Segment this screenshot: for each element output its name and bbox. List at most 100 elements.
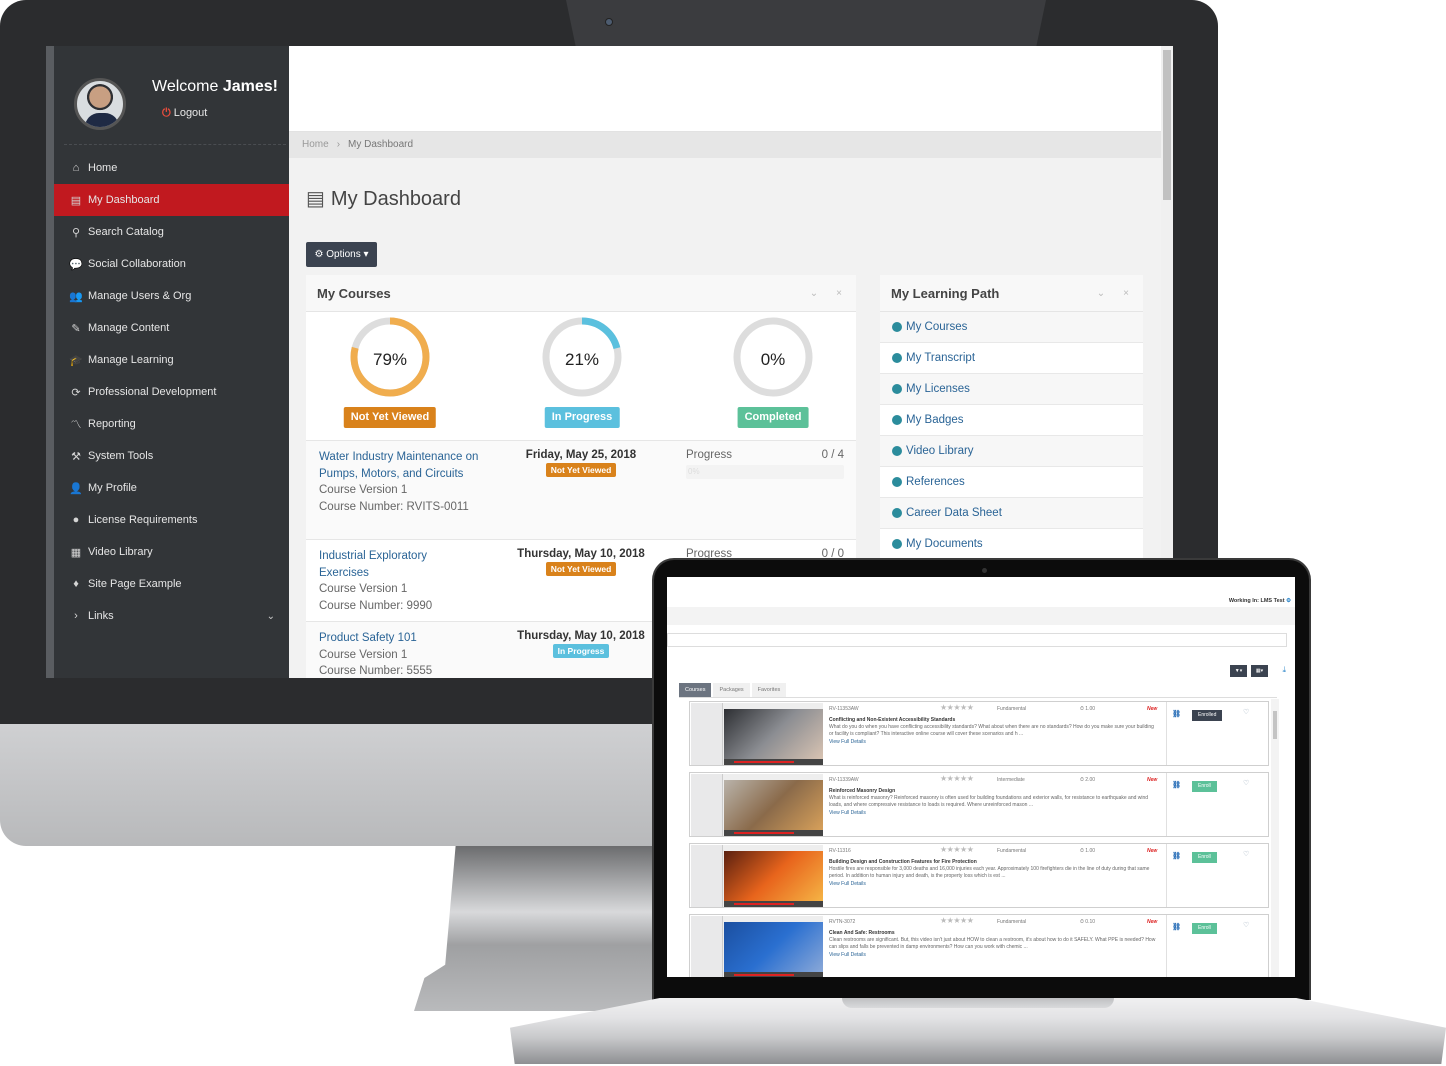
binoculars-icon[interactable]: ⛓ xyxy=(1172,710,1181,718)
enroll-button[interactable]: Enrolled xyxy=(1192,710,1223,721)
course-version: Course Version 1 xyxy=(319,583,408,595)
favorite-heart-icon[interactable]: ♡ xyxy=(1243,779,1249,787)
working-in-text: Working In: LMS Test xyxy=(1228,598,1285,604)
bullet-icon xyxy=(892,322,902,332)
status-badge[interactable]: Completed xyxy=(737,407,809,428)
sidebar-item-social-collaboration[interactable]: 💬 Social Collaboration xyxy=(54,248,289,280)
sidebar-item-links[interactable]: › Links ⌄ xyxy=(54,600,289,632)
bullet-icon xyxy=(892,415,902,425)
sidebar: Welcome James! ⏻ Logout ⌂ Home ▤ My Dashboar… xyxy=(46,46,297,678)
learning-path-item-my-badges[interactable]: My Badges xyxy=(880,405,1143,436)
star-rating[interactable]: ★★★★★ xyxy=(940,703,974,712)
course-level: Fundamental xyxy=(997,848,1027,854)
donut-percent: 79% xyxy=(372,350,408,369)
enroll-button[interactable]: Enroll xyxy=(1192,781,1217,792)
certificate-icon: ● xyxy=(72,514,80,526)
chevron-down-icon[interactable]: ⌄ xyxy=(267,611,275,622)
sidebar-item-home[interactable]: ⌂ Home xyxy=(54,152,289,184)
download-icon[interactable]: ⤓ xyxy=(1282,665,1286,675)
sidebar-item-label: Professional Development xyxy=(88,386,217,398)
course-title-link[interactable]: Water Industry Maintenance on Pumps, Mot… xyxy=(319,449,479,482)
columns-button[interactable]: ▦▾ xyxy=(1251,665,1268,677)
sidebar-item-professional-development[interactable]: ⟳ Professional Development xyxy=(54,376,289,408)
options-button[interactable]: ⚙ Options ▾ xyxy=(306,242,377,267)
logout-link[interactable]: ⏻ Logout xyxy=(162,107,207,120)
collapse-icon[interactable]: ⌄ xyxy=(810,288,818,299)
sidebar-item-my-profile[interactable]: 👤 My Profile xyxy=(54,472,289,504)
working-in-label[interactable]: Working In: LMS Test ⚙ xyxy=(1229,598,1291,604)
catalog-course-list: RV-11353AW ★★★★★ Fundamental ⏱ 1.00 New Confl… xyxy=(679,697,1277,977)
status-badge[interactable]: Not Yet Viewed xyxy=(343,407,437,428)
search-icon: ⚲ xyxy=(71,226,81,239)
star-rating[interactable]: ★★★★★ xyxy=(940,774,974,783)
view-full-details-link[interactable]: View Full Details xyxy=(829,952,866,958)
binoculars-icon[interactable]: ⛓ xyxy=(1172,781,1181,789)
status-badge[interactable]: In Progress xyxy=(544,407,620,428)
sidebar-item-manage-users-org[interactable]: 👥 Manage Users & Org xyxy=(54,280,289,312)
learning-path-item-video-library[interactable]: Video Library xyxy=(880,436,1143,467)
course-thumbnail[interactable] xyxy=(691,916,823,977)
tab-favorites[interactable]: Favorites xyxy=(751,683,787,697)
course-row: Water Industry Maintenance on Pumps, Mot… xyxy=(306,440,856,539)
course-duration: ⏱ 2.00 xyxy=(1080,777,1096,783)
course-thumbnail[interactable] xyxy=(691,774,823,836)
scrollbar-thumb[interactable] xyxy=(1163,50,1171,200)
catalog-scrollbar[interactable] xyxy=(1271,699,1279,977)
tab-courses[interactable]: Courses xyxy=(679,683,712,697)
sidebar-item-video-library[interactable]: ▦ Video Library xyxy=(54,536,289,568)
catalog-search-input[interactable] xyxy=(667,633,1287,647)
enroll-button[interactable]: Enroll xyxy=(1192,923,1217,934)
learning-path-item-my-documents[interactable]: My Documents xyxy=(880,529,1143,560)
sidebar-item-system-tools[interactable]: ⚒ System Tools xyxy=(54,440,289,472)
sidebar-item-reporting[interactable]: 〽 Reporting xyxy=(54,408,289,440)
sidebar-item-license-requirements[interactable]: ● License Requirements xyxy=(54,504,289,536)
close-icon[interactable]: × xyxy=(1123,288,1129,299)
course-title-link[interactable]: Product Safety 101 xyxy=(319,630,479,647)
favorite-heart-icon[interactable]: ♡ xyxy=(1243,850,1249,858)
close-icon[interactable]: × xyxy=(836,288,842,299)
learning-path-item-my-licenses[interactable]: My Licenses xyxy=(880,374,1143,405)
sidebar-item-manage-learning[interactable]: 🎓 Manage Learning xyxy=(54,344,289,376)
breadcrumb-home[interactable]: Home xyxy=(302,139,329,150)
favorite-heart-icon[interactable]: ♡ xyxy=(1243,708,1249,716)
favorite-heart-icon[interactable]: ♡ xyxy=(1243,921,1249,929)
course-date: Friday, May 25, 2018 Not Yet Viewed xyxy=(506,449,656,477)
sidebar-item-site-page-example[interactable]: ♦ Site Page Example xyxy=(54,568,289,600)
binoculars-icon[interactable]: ⛓ xyxy=(1172,852,1181,860)
sidebar-item-my-dashboard[interactable]: ▤ My Dashboard xyxy=(54,184,297,216)
course-level: Fundamental xyxy=(997,706,1027,712)
logout-label: Logout xyxy=(173,107,208,119)
enroll-button[interactable]: Enroll xyxy=(1192,852,1217,863)
avatar[interactable] xyxy=(74,78,126,130)
binoculars-icon[interactable]: ⛓ xyxy=(1172,923,1181,931)
catalog-course-card: RVTN-3072 ★★★★★ Fundamental ⏱ 0.10 New Clean … xyxy=(689,914,1269,977)
course-thumbnail[interactable] xyxy=(691,703,823,765)
view-full-details-link[interactable]: View Full Details xyxy=(829,881,866,887)
chevron-right-icon: › xyxy=(74,610,78,622)
page-title-text: My Dashboard xyxy=(330,188,461,210)
learning-path-item-references[interactable]: References xyxy=(880,467,1143,498)
course-thumbnail[interactable] xyxy=(691,845,823,907)
chat-bubbles-icon: 💬 xyxy=(69,258,83,271)
catalog-scrollbar-thumb[interactable] xyxy=(1273,711,1277,739)
star-rating[interactable]: ★★★★★ xyxy=(940,845,974,854)
learning-path-item-career-data-sheet[interactable]: Career Data Sheet xyxy=(880,498,1143,529)
star-rating[interactable]: ★★★★★ xyxy=(940,916,974,925)
course-status-badge: In Progress xyxy=(552,644,610,658)
chart-line-icon: 〽 xyxy=(70,419,82,431)
user-name: James! xyxy=(222,78,278,95)
course-number: Course Number: 9990 xyxy=(319,599,433,612)
learning-path-item-my-transcript[interactable]: My Transcript xyxy=(880,343,1143,374)
settings-icon: ⚙ xyxy=(1286,598,1291,604)
filter-button[interactable]: ▼▾ xyxy=(1230,665,1247,677)
course-title-link[interactable]: Industrial Exploratory Exercises xyxy=(319,548,479,581)
learning-path-label: My Transcript xyxy=(906,352,976,364)
view-full-details-link[interactable]: View Full Details xyxy=(829,739,866,745)
tab-packages[interactable]: Packages xyxy=(713,683,750,697)
course-version: Course Version 1 xyxy=(319,648,408,661)
collapse-icon[interactable]: ⌄ xyxy=(1097,288,1105,299)
sidebar-item-manage-content[interactable]: ✎ Manage Content xyxy=(54,312,289,344)
sidebar-item-search-catalog[interactable]: ⚲ Search Catalog xyxy=(54,216,289,248)
view-full-details-link[interactable]: View Full Details xyxy=(829,810,866,816)
learning-path-item-my-courses[interactable]: My Courses xyxy=(880,312,1143,343)
